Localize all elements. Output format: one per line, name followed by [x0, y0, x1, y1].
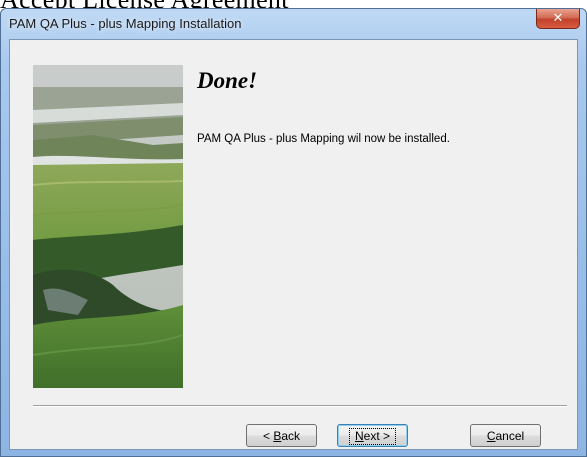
install-message: PAM QA Plus - plus Mapping wil now be in…: [197, 133, 450, 145]
back-button-prefix: <: [262, 429, 274, 443]
next-button-label: ext >: [363, 429, 391, 443]
next-button[interactable]: Next >: [337, 424, 408, 447]
cancel-button-label: ancel: [495, 429, 525, 443]
installer-window: PAM QA Plus - plus Mapping Installation …: [0, 8, 587, 457]
next-button-mnemonic: N: [354, 429, 364, 443]
back-button[interactable]: < Back: [246, 424, 317, 447]
back-button-label: ack: [281, 429, 301, 443]
window-title: PAM QA Plus - plus Mapping Installation: [9, 16, 242, 31]
page-heading: Done!: [197, 68, 258, 93]
landscape-image: [33, 65, 183, 388]
button-separator: [33, 405, 567, 407]
dialog-client-area: Done! PAM QA Plus - plus Mapping wil now…: [9, 39, 578, 450]
title-bar[interactable]: PAM QA Plus - plus Mapping Installation …: [1, 9, 586, 39]
cancel-button[interactable]: Cancel: [470, 424, 541, 447]
next-button-focus: Next >: [348, 428, 397, 445]
close-button[interactable]: ✕: [536, 9, 580, 29]
close-icon: ✕: [552, 11, 564, 26]
